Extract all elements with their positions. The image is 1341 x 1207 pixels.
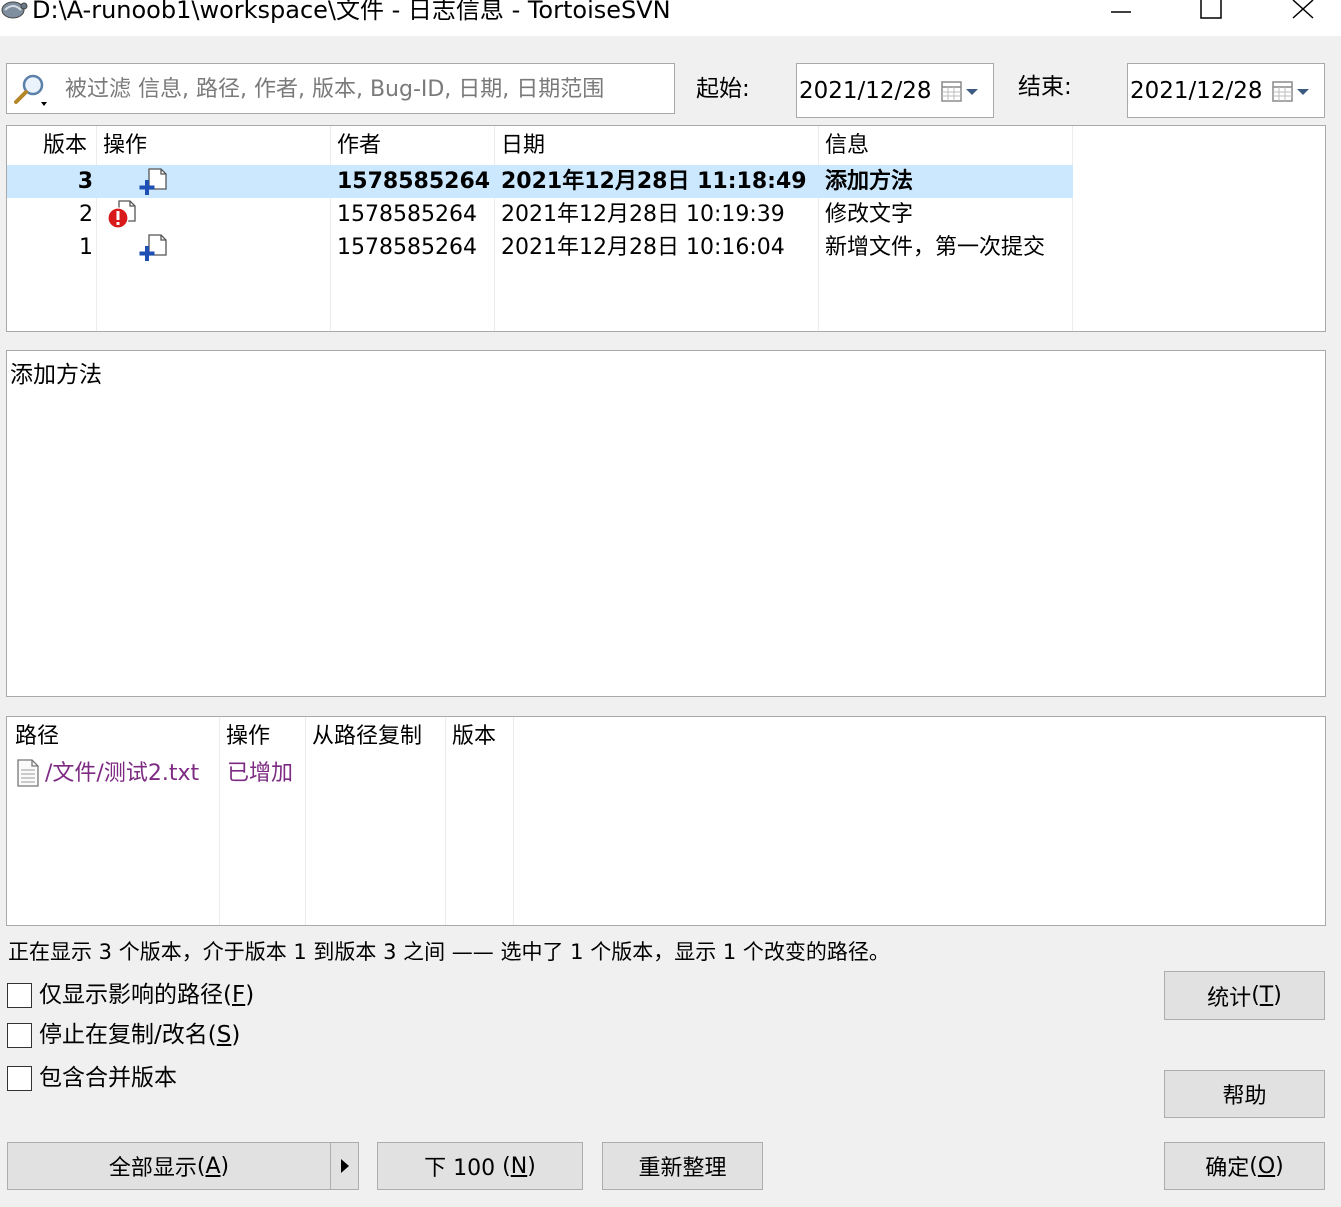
message-cell: 修改文字 xyxy=(825,202,914,227)
log-message-text: 添加方法 xyxy=(10,362,102,388)
column-header-revision[interactable]: 版本 xyxy=(43,131,87,161)
revision-cell: 2 xyxy=(79,202,93,227)
log-row-selected[interactable]: 3 1578585264 2021年12月28日 11:18:49 添加方法 xyxy=(7,165,1073,198)
column-header-author[interactable]: 作者 xyxy=(337,131,381,161)
column-header-path-action[interactable]: 操作 xyxy=(226,722,270,752)
author-cell: 1578585264 xyxy=(337,202,477,227)
start-date-value: 2021/12/28 xyxy=(799,78,932,104)
path-action-cell: 已增加 xyxy=(227,761,294,786)
title-bar[interactable]: D:\A-runoob1\workspace\文件 - 日志信息 - Torto… xyxy=(0,0,1341,36)
date-cell: 2021年12月28日 11:18:49 xyxy=(501,169,807,194)
calendar-dropdown-icon[interactable] xyxy=(1272,80,1312,104)
maximize-icon[interactable] xyxy=(1166,0,1256,26)
message-cell: 新增文件，第一次提交 xyxy=(825,235,1046,260)
column-header-path[interactable]: 路径 xyxy=(15,722,59,752)
date-cell: 2021年12月28日 10:19:39 xyxy=(501,202,785,227)
path-cell: /文件/测试2.txt xyxy=(45,761,200,786)
include-merged-checkbox[interactable] xyxy=(7,1066,32,1091)
end-date-picker[interactable]: 2021/12/28 xyxy=(1127,63,1325,118)
text-file-icon xyxy=(17,759,39,787)
stop-on-copy-label[interactable]: 停止在复制/改名(S) xyxy=(39,1020,240,1050)
window-title: D:\A-runoob1\workspace\文件 - 日志信息 - Torto… xyxy=(32,0,671,24)
file-modified-icon xyxy=(107,200,136,229)
show-all-button[interactable]: 全部显示(A) xyxy=(7,1142,331,1190)
include-merged-label[interactable]: 包含合并版本 xyxy=(39,1063,177,1093)
log-table[interactable]: 版本 操作 作者 日期 信息 3 1578585264 2021年12月28日 … xyxy=(6,125,1326,332)
date-cell: 2021年12月28日 10:16:04 xyxy=(501,235,785,260)
ok-button[interactable]: 确定(O) xyxy=(1164,1142,1325,1190)
column-header-copy-from[interactable]: 从路径复制 xyxy=(312,722,422,752)
log-message-pane[interactable]: 添加方法 xyxy=(6,350,1326,697)
column-header-date[interactable]: 日期 xyxy=(501,131,545,161)
close-icon[interactable] xyxy=(1256,0,1341,26)
search-input[interactable] xyxy=(65,72,645,106)
changed-paths-table[interactable]: 路径 操作 从路径复制 版本 /文件/测试2.txt 已增加 xyxy=(6,716,1326,926)
chevron-right-icon xyxy=(340,1159,349,1173)
refresh-button[interactable]: 重新整理 xyxy=(602,1142,763,1190)
tortoise-svn-app-icon xyxy=(1,1,28,19)
column-header-path-revision[interactable]: 版本 xyxy=(452,722,496,752)
author-cell: 1578585264 xyxy=(337,169,491,194)
next-100-button[interactable]: 下 100 (N) xyxy=(377,1142,583,1190)
end-date-value: 2021/12/28 xyxy=(1130,78,1263,104)
minimize-icon[interactable] xyxy=(1076,0,1166,26)
log-row[interactable]: 1 1578585264 2021年12月28日 10:16:04 新增文件，第… xyxy=(7,231,1073,264)
file-add-icon xyxy=(139,234,167,261)
help-button[interactable]: 帮助 xyxy=(1164,1070,1325,1118)
show-all-dropdown-button[interactable] xyxy=(330,1142,359,1190)
stop-on-copy-checkbox[interactable] xyxy=(7,1023,32,1048)
search-box[interactable] xyxy=(6,63,675,114)
calendar-dropdown-icon[interactable] xyxy=(941,80,981,104)
author-cell: 1578585264 xyxy=(337,235,477,260)
start-date-label: 起始: xyxy=(696,76,750,102)
start-date-picker[interactable]: 2021/12/28 xyxy=(796,63,994,118)
end-date-label: 结束: xyxy=(1018,74,1072,100)
file-add-icon xyxy=(139,168,167,195)
search-icon[interactable] xyxy=(11,72,53,108)
affected-paths-checkbox[interactable] xyxy=(7,983,32,1008)
status-text: 正在显示 3 个版本，介于版本 1 到版本 3 之间 —— 选中了 1 个版本，… xyxy=(8,940,890,964)
log-row[interactable]: 2 1578585264 2021年12月28日 10:19:39 修改文字 xyxy=(7,198,1073,231)
revision-cell: 1 xyxy=(79,235,93,260)
column-header-action[interactable]: 操作 xyxy=(103,131,147,161)
revision-cell: 3 xyxy=(77,169,93,194)
column-header-message[interactable]: 信息 xyxy=(825,131,869,161)
affected-paths-label[interactable]: 仅显示影响的路径(F) xyxy=(39,980,254,1010)
path-row[interactable]: /文件/测试2.txt 已增加 xyxy=(7,757,1325,790)
message-cell: 添加方法 xyxy=(825,169,914,194)
statistics-button[interactable]: 统计(T) xyxy=(1164,971,1325,1020)
